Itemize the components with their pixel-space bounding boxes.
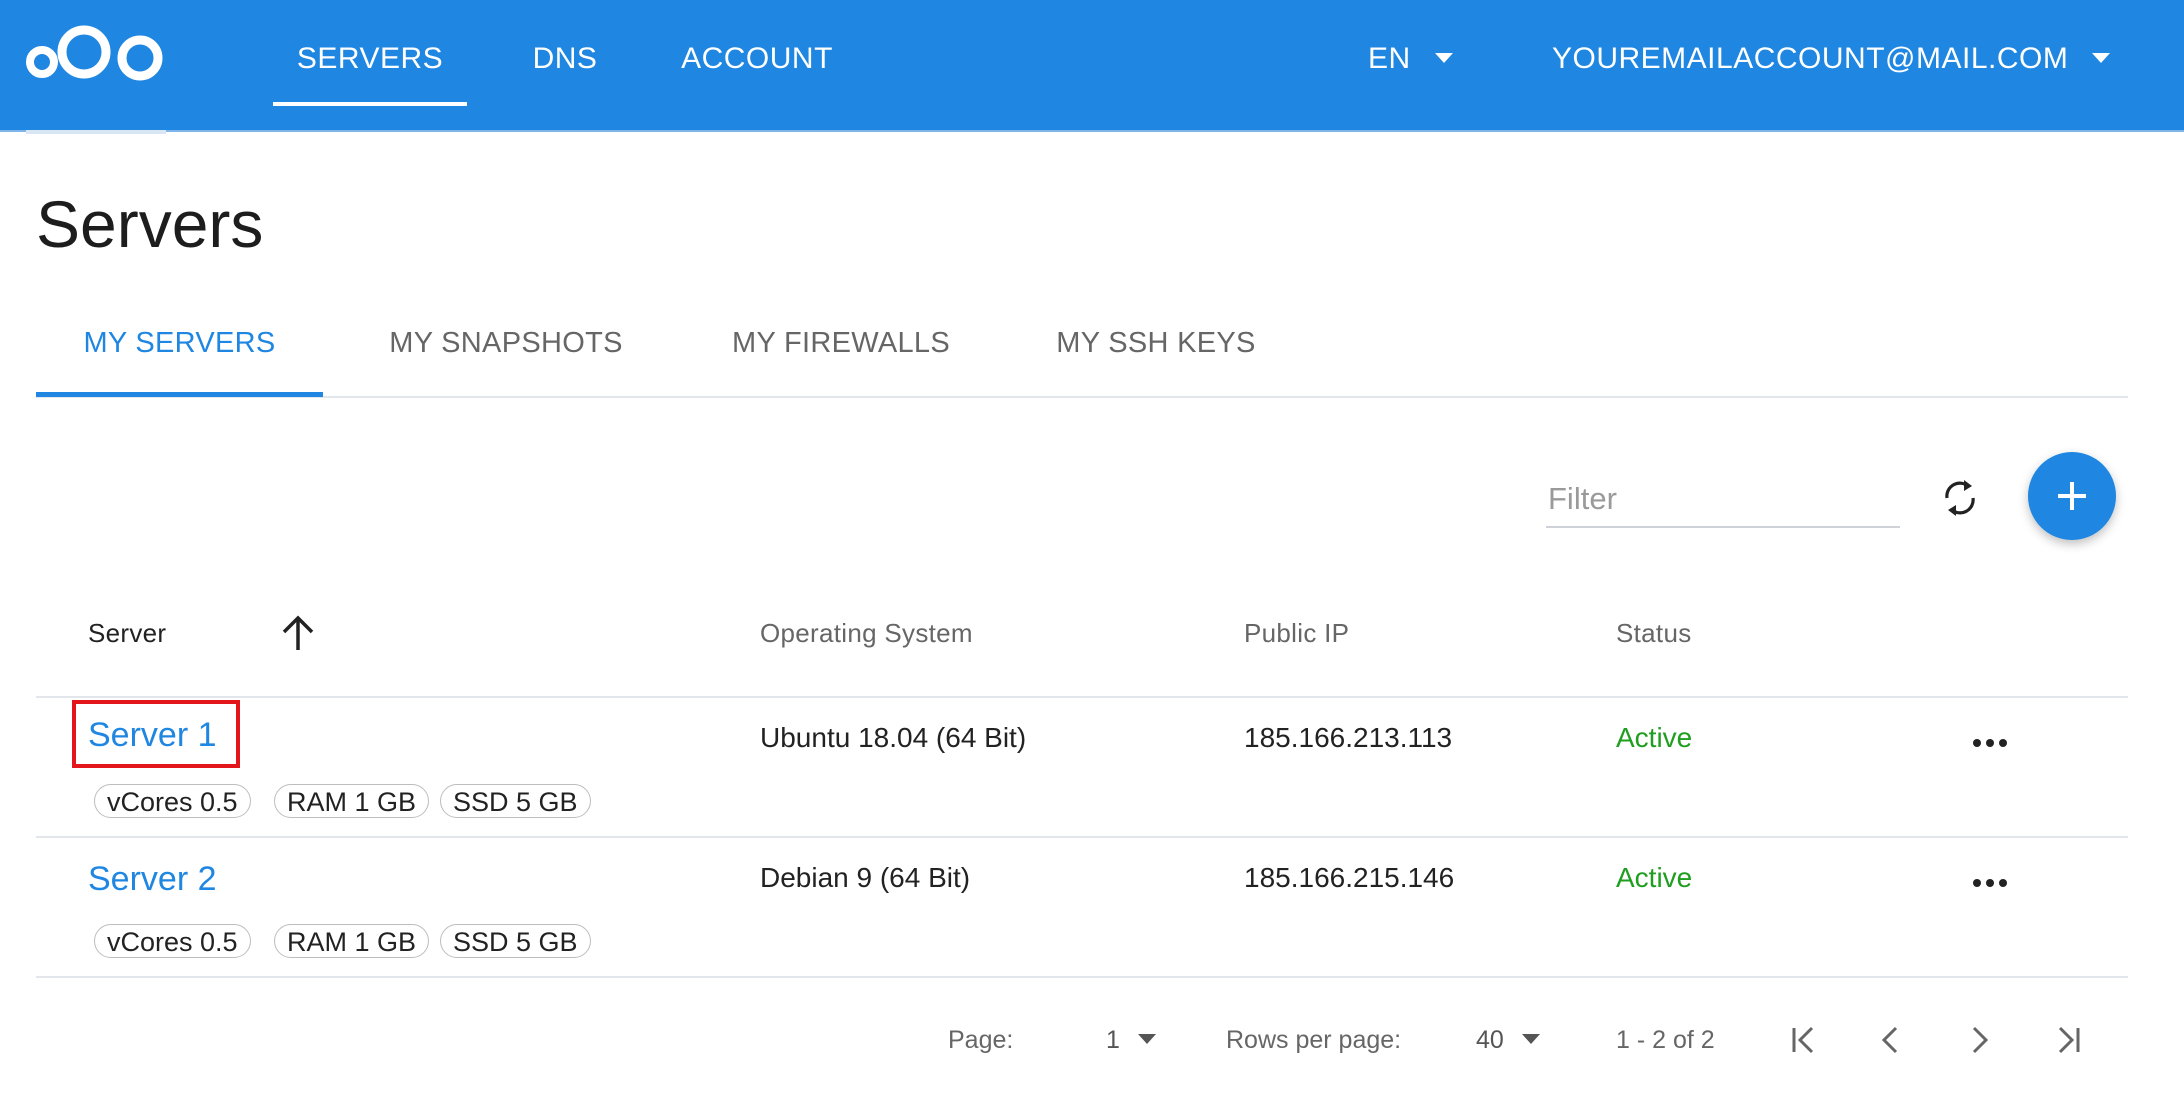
server-name-link[interactable]: Server 2: [88, 860, 217, 899]
tab-my-firewalls[interactable]: MY FIREWALLS: [696, 300, 986, 392]
tab-my-snapshots[interactable]: MY SNAPSHOTS: [356, 300, 656, 392]
more-options-icon[interactable]: [1972, 738, 2008, 748]
plus-icon: [2058, 482, 2086, 510]
servers-tabs: MY SERVERS MY SNAPSHOTS MY FIREWALLS MY …: [36, 300, 2128, 398]
table-divider: [36, 696, 2128, 698]
next-page-icon[interactable]: [1962, 1022, 1998, 1058]
spec-chip-vcores: vCores 0.5: [94, 784, 251, 818]
spec-chip-ssd: SSD 5 GB: [440, 924, 591, 958]
rows-per-page-value: 40: [1476, 1026, 1504, 1054]
table-divider: [36, 976, 2128, 978]
status-badge: Active: [1616, 722, 1693, 753]
language-selector[interactable]: EN: [1368, 0, 1468, 102]
chevron-down-icon: [2092, 53, 2111, 64]
spec-chip-vcores: vCores 0.5: [94, 924, 251, 958]
rows-per-page-label: Rows per page:: [1226, 1026, 1402, 1054]
chevron-down-icon: [1521, 1034, 1540, 1045]
more-options-icon[interactable]: [1972, 878, 2008, 888]
spec-chip-ram: RAM 1 GB: [274, 784, 430, 818]
tab-my-servers[interactable]: MY SERVERS: [36, 300, 323, 397]
add-server-button[interactable]: [2028, 452, 2116, 540]
page-label: Page:: [948, 1026, 1014, 1054]
chevron-down-icon: [1434, 53, 1453, 64]
user-email: YOUREMAILACCOUNT@MAIL.COM: [1552, 42, 2069, 75]
spec-chip-ram: RAM 1 GB: [274, 924, 430, 958]
arrow-up-icon[interactable]: [278, 610, 318, 654]
nav-dns[interactable]: DNS: [520, 0, 610, 102]
first-page-icon[interactable]: [1786, 1022, 1822, 1058]
server-os: Debian 9 (64 Bit): [760, 862, 971, 893]
status-badge: Active: [1616, 862, 1693, 893]
page-selector[interactable]: 1: [1106, 1026, 1156, 1055]
nav-servers[interactable]: SERVERS: [273, 0, 467, 106]
rows-per-page-selector[interactable]: 40: [1476, 1026, 1540, 1055]
refresh-icon[interactable]: [1938, 476, 1982, 520]
spec-chip-ssd: SSD 5 GB: [440, 784, 591, 818]
page-selector-value: 1: [1106, 1026, 1120, 1054]
column-header-os[interactable]: Operating System: [760, 618, 973, 649]
nextcloud-logo-icon[interactable]: [22, 10, 172, 90]
top-navigation-bar: SERVERS DNS ACCOUNT EN YOUREMAILACCOUNT@…: [0, 0, 2184, 132]
last-page-icon[interactable]: [2050, 1022, 2086, 1058]
column-header-server[interactable]: Server: [88, 615, 314, 650]
user-menu[interactable]: YOUREMAILACCOUNT@MAIL.COM: [1552, 0, 2112, 102]
column-header-server-label: Server: [88, 618, 167, 648]
page-title: Servers: [36, 187, 264, 261]
nav-account[interactable]: ACCOUNT: [672, 0, 842, 102]
topbar-underline-divider: [26, 130, 166, 134]
server-os: Ubuntu 18.04 (64 Bit): [760, 722, 1027, 753]
highlight-box: [72, 700, 240, 768]
language-label: EN: [1368, 42, 1411, 75]
server-public-ip: 185.166.213.113: [1244, 722, 1453, 753]
server-public-ip: 185.166.215.146: [1244, 862, 1455, 893]
pagination-range: 1 - 2 of 2: [1616, 1026, 1715, 1054]
chevron-down-icon: [1137, 1034, 1156, 1045]
previous-page-icon[interactable]: [1872, 1022, 1908, 1058]
column-header-status[interactable]: Status: [1616, 618, 1692, 649]
tab-my-ssh-keys[interactable]: MY SSH KEYS: [1016, 300, 1296, 392]
table-divider: [36, 836, 2128, 838]
filter-input[interactable]: [1546, 472, 1900, 528]
column-header-public-ip[interactable]: Public IP: [1244, 618, 1349, 649]
